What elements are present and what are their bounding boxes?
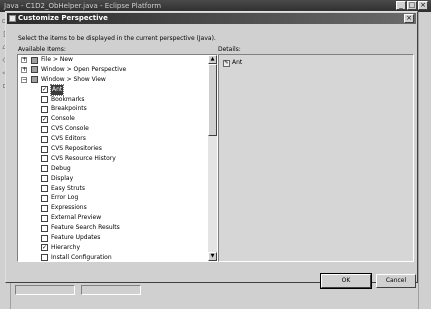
item-checkbox[interactable]	[41, 185, 48, 193]
tree-item-label: CVS Resource History	[51, 154, 116, 162]
tree-row[interactable]: Breakpoints	[18, 104, 208, 114]
tree-item-label: File > New	[41, 56, 73, 63]
available-items-tree[interactable]: + File > New + Window > Open Perspective − Wi…	[17, 54, 218, 262]
tree-rows: + File > New + Window > Open Perspective − Wi…	[18, 55, 208, 261]
item-checkbox[interactable]	[41, 224, 48, 232]
ant-icon: ✎	[223, 60, 230, 67]
tree-row[interactable]: CVS Resource History	[18, 154, 208, 164]
item-checkbox[interactable]	[41, 254, 48, 261]
tree-scrollbar[interactable]: ▲ ▼	[208, 55, 217, 261]
tree-item-label: Window > Show View	[41, 75, 106, 83]
tree-item-label: Feature Updates	[51, 234, 101, 242]
status-field	[81, 285, 141, 295]
tree-row[interactable]: Feature Updates	[18, 233, 208, 243]
tree-item-label: Install Configuration	[51, 253, 112, 261]
item-checkbox[interactable]	[41, 214, 48, 222]
window-close-button[interactable]: ×	[418, 1, 428, 10]
tree-item-label: Console	[51, 115, 75, 123]
cancel-button[interactable]: Cancel	[376, 274, 416, 288]
tree-item-label: Debug	[51, 164, 71, 172]
dialog-title: Customize Perspective	[18, 14, 108, 22]
item-checkbox[interactable]	[41, 145, 48, 153]
maximize-button[interactable]: □	[407, 1, 417, 10]
tree-row[interactable]: Feature Search Results	[18, 223, 208, 233]
tree-row[interactable]: Easy Struts	[18, 184, 208, 194]
tree-item-label: Bookmarks	[51, 95, 85, 103]
tree-item-label: Display	[51, 174, 74, 182]
item-checkbox[interactable]	[41, 234, 48, 242]
item-checkbox[interactable]	[41, 96, 48, 104]
tree-item-label: Easy Struts	[51, 184, 85, 192]
item-checkbox[interactable]: ✓	[41, 244, 48, 252]
item-checkbox[interactable]: ✓	[41, 86, 48, 94]
scroll-up-button[interactable]: ▲	[208, 55, 217, 64]
item-checkbox[interactable]	[41, 125, 48, 133]
tree-item-label: External Preview	[51, 214, 102, 222]
details-label: Details:	[218, 46, 241, 53]
tree-row[interactable]: Expressions	[18, 203, 208, 213]
item-checkbox[interactable]	[41, 155, 48, 163]
item-checkbox[interactable]	[31, 66, 38, 74]
tree-item-label: Hierarchy	[51, 243, 81, 251]
item-checkbox[interactable]	[41, 165, 48, 173]
customize-perspective-dialog: Customize Perspective × Select the items…	[5, 11, 418, 289]
item-checkbox[interactable]	[41, 194, 48, 202]
tree-row[interactable]: Display	[18, 174, 208, 184]
tree-row[interactable]: − Window > Show View	[18, 75, 208, 85]
item-checkbox[interactable]	[41, 204, 48, 212]
close-button[interactable]: ×	[404, 14, 414, 23]
tree-row[interactable]: Install Configuration	[18, 253, 208, 261]
tree-item-label: CVS Editors	[51, 135, 86, 143]
tree-row[interactable]: Error Log	[18, 193, 208, 203]
expand-icon[interactable]: +	[21, 66, 27, 73]
item-checkbox[interactable]	[41, 175, 48, 183]
tree-row[interactable]: + Window > Open Perspective	[18, 65, 208, 75]
tree-row[interactable]: CVS Console	[18, 124, 208, 134]
eclipse-right-edge	[418, 12, 431, 309]
dialog-title-bar: Customize Perspective ×	[7, 13, 416, 24]
item-checkbox[interactable]: ✓	[41, 115, 48, 123]
details-panel: ✎ Ant	[218, 54, 414, 262]
tree-row[interactable]: Bookmarks	[18, 95, 208, 105]
details-item: Ant	[232, 59, 243, 66]
perspective-icon	[9, 15, 16, 22]
tree-row[interactable]: CVS Editors	[18, 134, 208, 144]
instructions-text: Select the items to be displayed in the …	[18, 35, 216, 42]
available-items-label: Available Items:	[18, 46, 66, 53]
tree-item-label: Feature Search Results	[51, 224, 120, 232]
item-checkbox[interactable]	[41, 105, 48, 113]
eclipse-title: Java - C1D2_ObHelper.java - Eclipse Plat…	[4, 2, 162, 10]
item-checkbox[interactable]	[31, 76, 38, 84]
scroll-thumb[interactable]	[208, 64, 217, 136]
tree-item-label: Error Log	[51, 194, 79, 202]
tree-item-label: Window > Open Perspective	[41, 65, 127, 73]
item-checkbox[interactable]	[31, 56, 38, 64]
tree-item-label: CVS Repositories	[51, 145, 102, 153]
tree-row[interactable]: ✓ Console	[18, 114, 208, 124]
ok-button[interactable]: OK	[320, 273, 372, 289]
scroll-down-button[interactable]: ▼	[208, 252, 217, 261]
tree-row[interactable]: CVS Repositories	[18, 144, 208, 154]
item-checkbox[interactable]	[41, 135, 48, 143]
minimize-button[interactable]: _	[396, 1, 406, 10]
expand-icon[interactable]: +	[21, 57, 27, 63]
tree-item-label: Expressions	[51, 204, 87, 212]
tree-row[interactable]: ✓ Hierarchy	[18, 243, 208, 253]
status-field	[15, 285, 75, 295]
tree-row[interactable]: ✓ Ant	[18, 83, 208, 96]
tree-item-label: Breakpoints	[51, 105, 87, 113]
collapse-icon[interactable]: −	[21, 76, 27, 83]
tree-row[interactable]: Debug	[18, 164, 208, 174]
tree-item-label: Ant	[49, 83, 65, 96]
tree-row[interactable]: External Preview	[18, 213, 208, 223]
tree-row[interactable]: + File > New	[18, 55, 208, 65]
tree-item-label: CVS Console	[51, 125, 89, 133]
